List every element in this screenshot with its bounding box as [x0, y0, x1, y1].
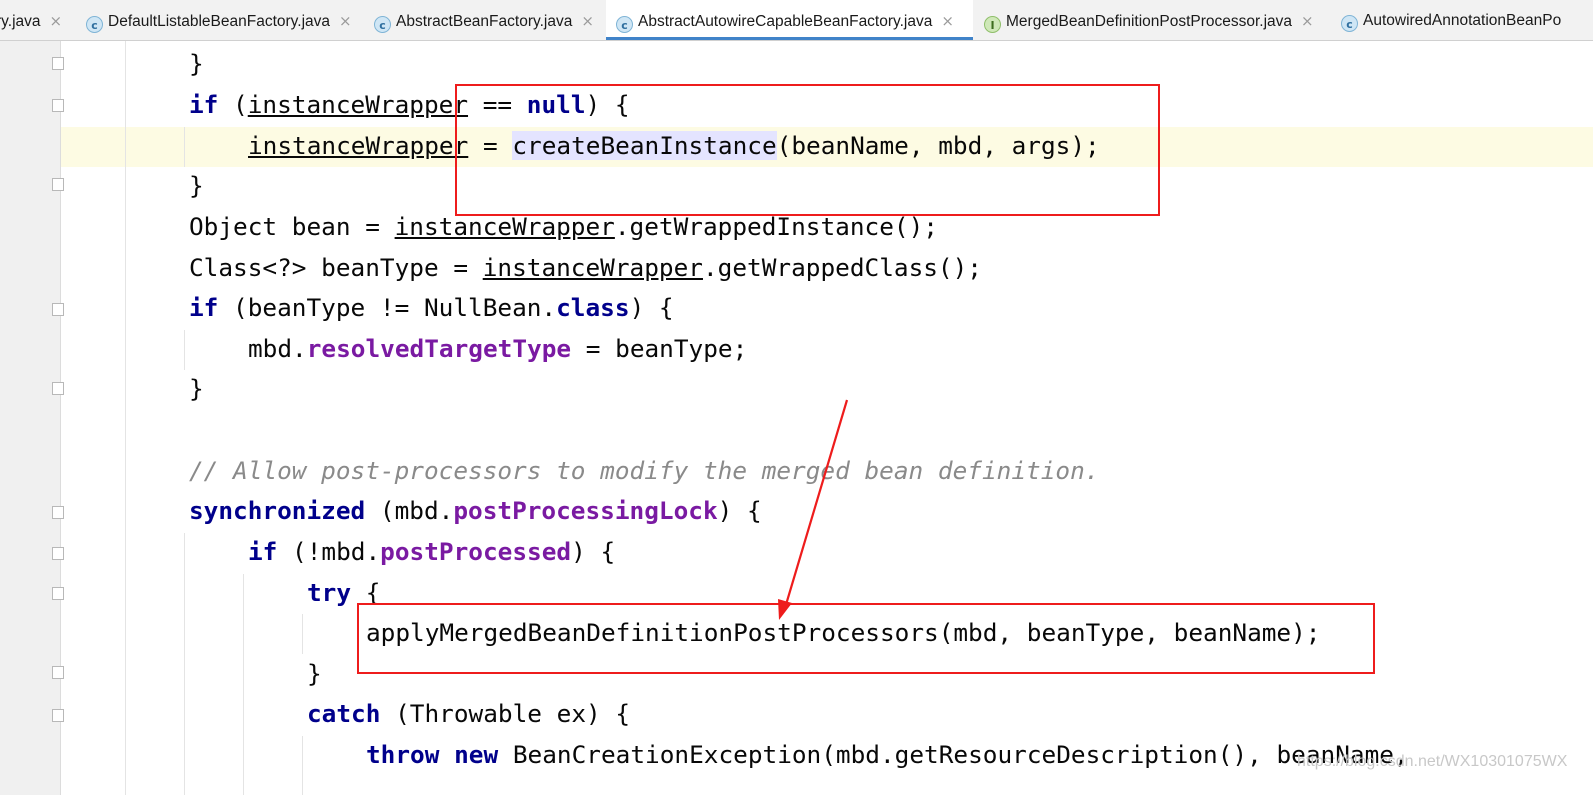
annotation-arrow	[778, 399, 849, 620]
watermark: https://blog.csdn.net/WX10301075WX	[1297, 753, 1568, 770]
arrow-shaft	[783, 399, 849, 609]
arrow-head	[778, 599, 792, 620]
